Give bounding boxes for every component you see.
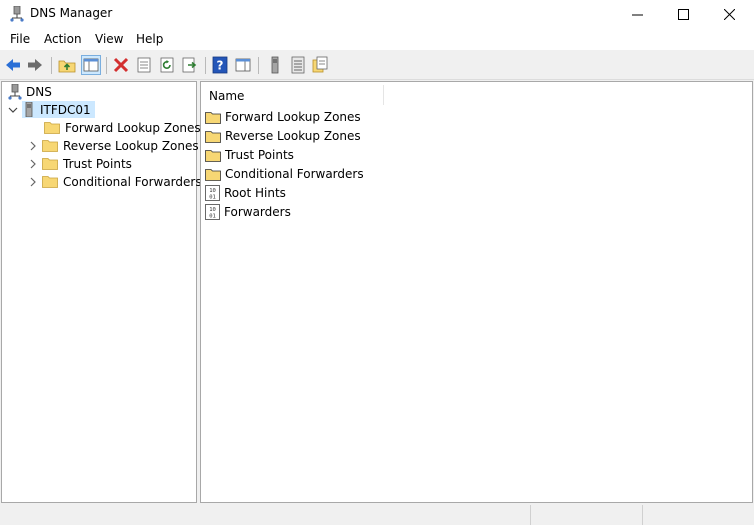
chevron-right-icon[interactable] (28, 141, 38, 151)
menu-view[interactable]: View (95, 32, 123, 46)
tree-item-label: Reverse Lookup Zones (63, 138, 199, 153)
up-one-level-icon[interactable] (58, 56, 76, 74)
tree-item-conditional-forwarders[interactable]: Conditional Forwarders (28, 173, 202, 190)
toolbar-separator (106, 57, 107, 74)
chevron-down-icon[interactable] (8, 105, 18, 115)
window-title: DNS Manager (30, 6, 113, 20)
folder-icon (205, 130, 221, 143)
export-list-icon[interactable] (181, 56, 199, 74)
list-item-label: Trust Points (225, 148, 294, 162)
minimize-icon (631, 14, 643, 15)
folder-icon (42, 176, 58, 188)
list-item-label: Reverse Lookup Zones (225, 129, 361, 143)
list-item[interactable]: 10 01 Forwarders (205, 203, 291, 221)
back-arrow-icon[interactable] (4, 56, 22, 74)
folder-icon (205, 149, 221, 162)
tree-item-dns[interactable]: DNS (8, 83, 52, 100)
column-header-name[interactable]: Name (203, 85, 384, 105)
toolbar-separator (51, 57, 52, 74)
toolbar-separator (258, 57, 259, 74)
tree-item-label: Forward Lookup Zones (65, 120, 201, 135)
status-divider (530, 505, 531, 525)
tree-item-trust-points[interactable]: Trust Points (28, 155, 132, 172)
console-tree[interactable]: DNS ITFDC01 Forward Lookup Zones Reverse… (1, 81, 202, 503)
menu-help[interactable]: Help (136, 32, 163, 46)
show-hide-console-tree-icon[interactable] (81, 55, 101, 75)
maximize-button[interactable] (660, 0, 706, 28)
list-item[interactable]: Reverse Lookup Zones (205, 127, 361, 145)
tree-item-label: Conditional Forwarders (63, 174, 202, 189)
folder-icon (42, 158, 58, 170)
server-icon[interactable] (266, 56, 284, 74)
menu-bar: File Action View Help (0, 28, 754, 50)
folder-icon (42, 140, 58, 152)
binary-file-icon: 10 01 (205, 204, 220, 220)
list-item-label: Root Hints (224, 186, 286, 200)
list-item[interactable]: 10 01 Root Hints (205, 184, 286, 202)
tree-item-forward-lookup-zones[interactable]: Forward Lookup Zones (44, 119, 201, 136)
minimize-button[interactable] (614, 0, 660, 28)
toolbar: ? (0, 52, 754, 80)
status-bar (0, 503, 754, 525)
menu-action[interactable]: Action (44, 32, 82, 46)
dns-server-icon (10, 6, 24, 22)
filter-icon[interactable] (311, 56, 329, 74)
forward-arrow-icon[interactable] (26, 56, 44, 74)
folder-icon (205, 111, 221, 124)
tree-item-label: DNS (26, 84, 52, 99)
svg-text:01: 01 (209, 214, 216, 220)
folder-icon (44, 122, 60, 134)
list-item[interactable]: Forward Lookup Zones (205, 108, 361, 126)
title-bar: DNS Manager (0, 0, 754, 28)
list-item[interactable]: Trust Points (205, 146, 294, 164)
chevron-right-icon[interactable] (28, 159, 38, 169)
status-divider (642, 505, 643, 525)
server-icon (25, 102, 33, 117)
folder-icon (205, 168, 221, 181)
close-button[interactable] (706, 0, 752, 28)
list-item-label: Forward Lookup Zones (225, 110, 361, 124)
list-item-label: Conditional Forwarders (225, 167, 364, 181)
list-view-icon[interactable] (289, 56, 307, 74)
svg-text:10: 10 (209, 207, 216, 213)
column-header-label: Name (209, 89, 245, 103)
svg-text:01: 01 (209, 195, 216, 201)
maximize-icon (677, 8, 689, 20)
list-item[interactable]: Conditional Forwarders (205, 165, 364, 183)
tree-item-server[interactable]: ITFDC01 (8, 101, 95, 118)
svg-text:10: 10 (209, 188, 216, 194)
details-pane[interactable]: Name Forward Lookup Zones Reverse Lookup… (200, 81, 753, 503)
refresh-icon[interactable] (158, 56, 176, 74)
binary-file-icon: 10 01 (205, 185, 220, 201)
properties-icon[interactable] (135, 56, 153, 74)
close-icon (723, 8, 735, 20)
menu-file[interactable]: File (10, 32, 30, 46)
delete-icon[interactable] (112, 56, 130, 74)
selected-server-node[interactable]: ITFDC01 (22, 101, 95, 118)
tree-item-label: ITFDC01 (40, 102, 91, 117)
chevron-right-icon[interactable] (28, 177, 38, 187)
show-hide-action-pane-icon[interactable] (234, 56, 252, 74)
toolbar-separator (205, 57, 206, 74)
dns-root-icon (8, 83, 22, 100)
tree-item-reverse-lookup-zones[interactable]: Reverse Lookup Zones (28, 137, 199, 154)
svg-text:?: ? (217, 59, 224, 73)
help-icon[interactable]: ? (211, 56, 229, 74)
tree-item-label: Trust Points (63, 156, 132, 171)
list-item-label: Forwarders (224, 205, 291, 219)
